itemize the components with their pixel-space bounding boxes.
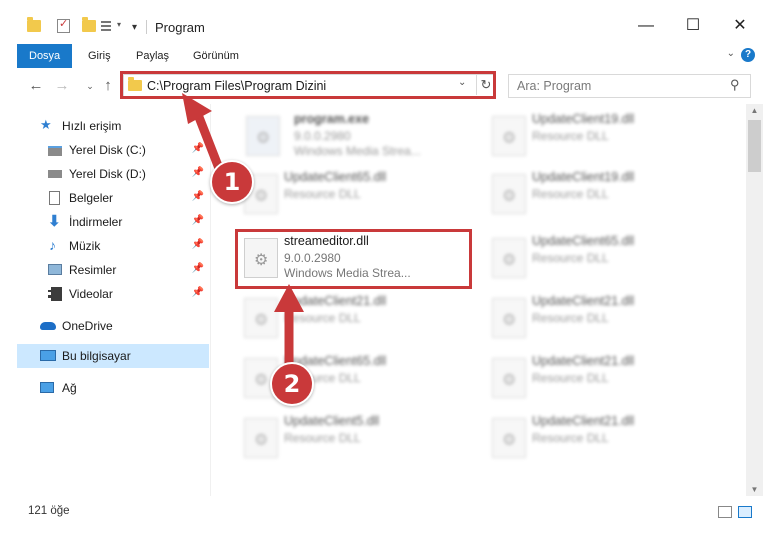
annotation-arrows xyxy=(182,93,304,375)
arrow-2 xyxy=(274,284,304,375)
step-2-badge: 2 xyxy=(270,362,314,406)
step-1-badge: 1 xyxy=(210,160,254,204)
arrow-1 xyxy=(182,93,227,181)
